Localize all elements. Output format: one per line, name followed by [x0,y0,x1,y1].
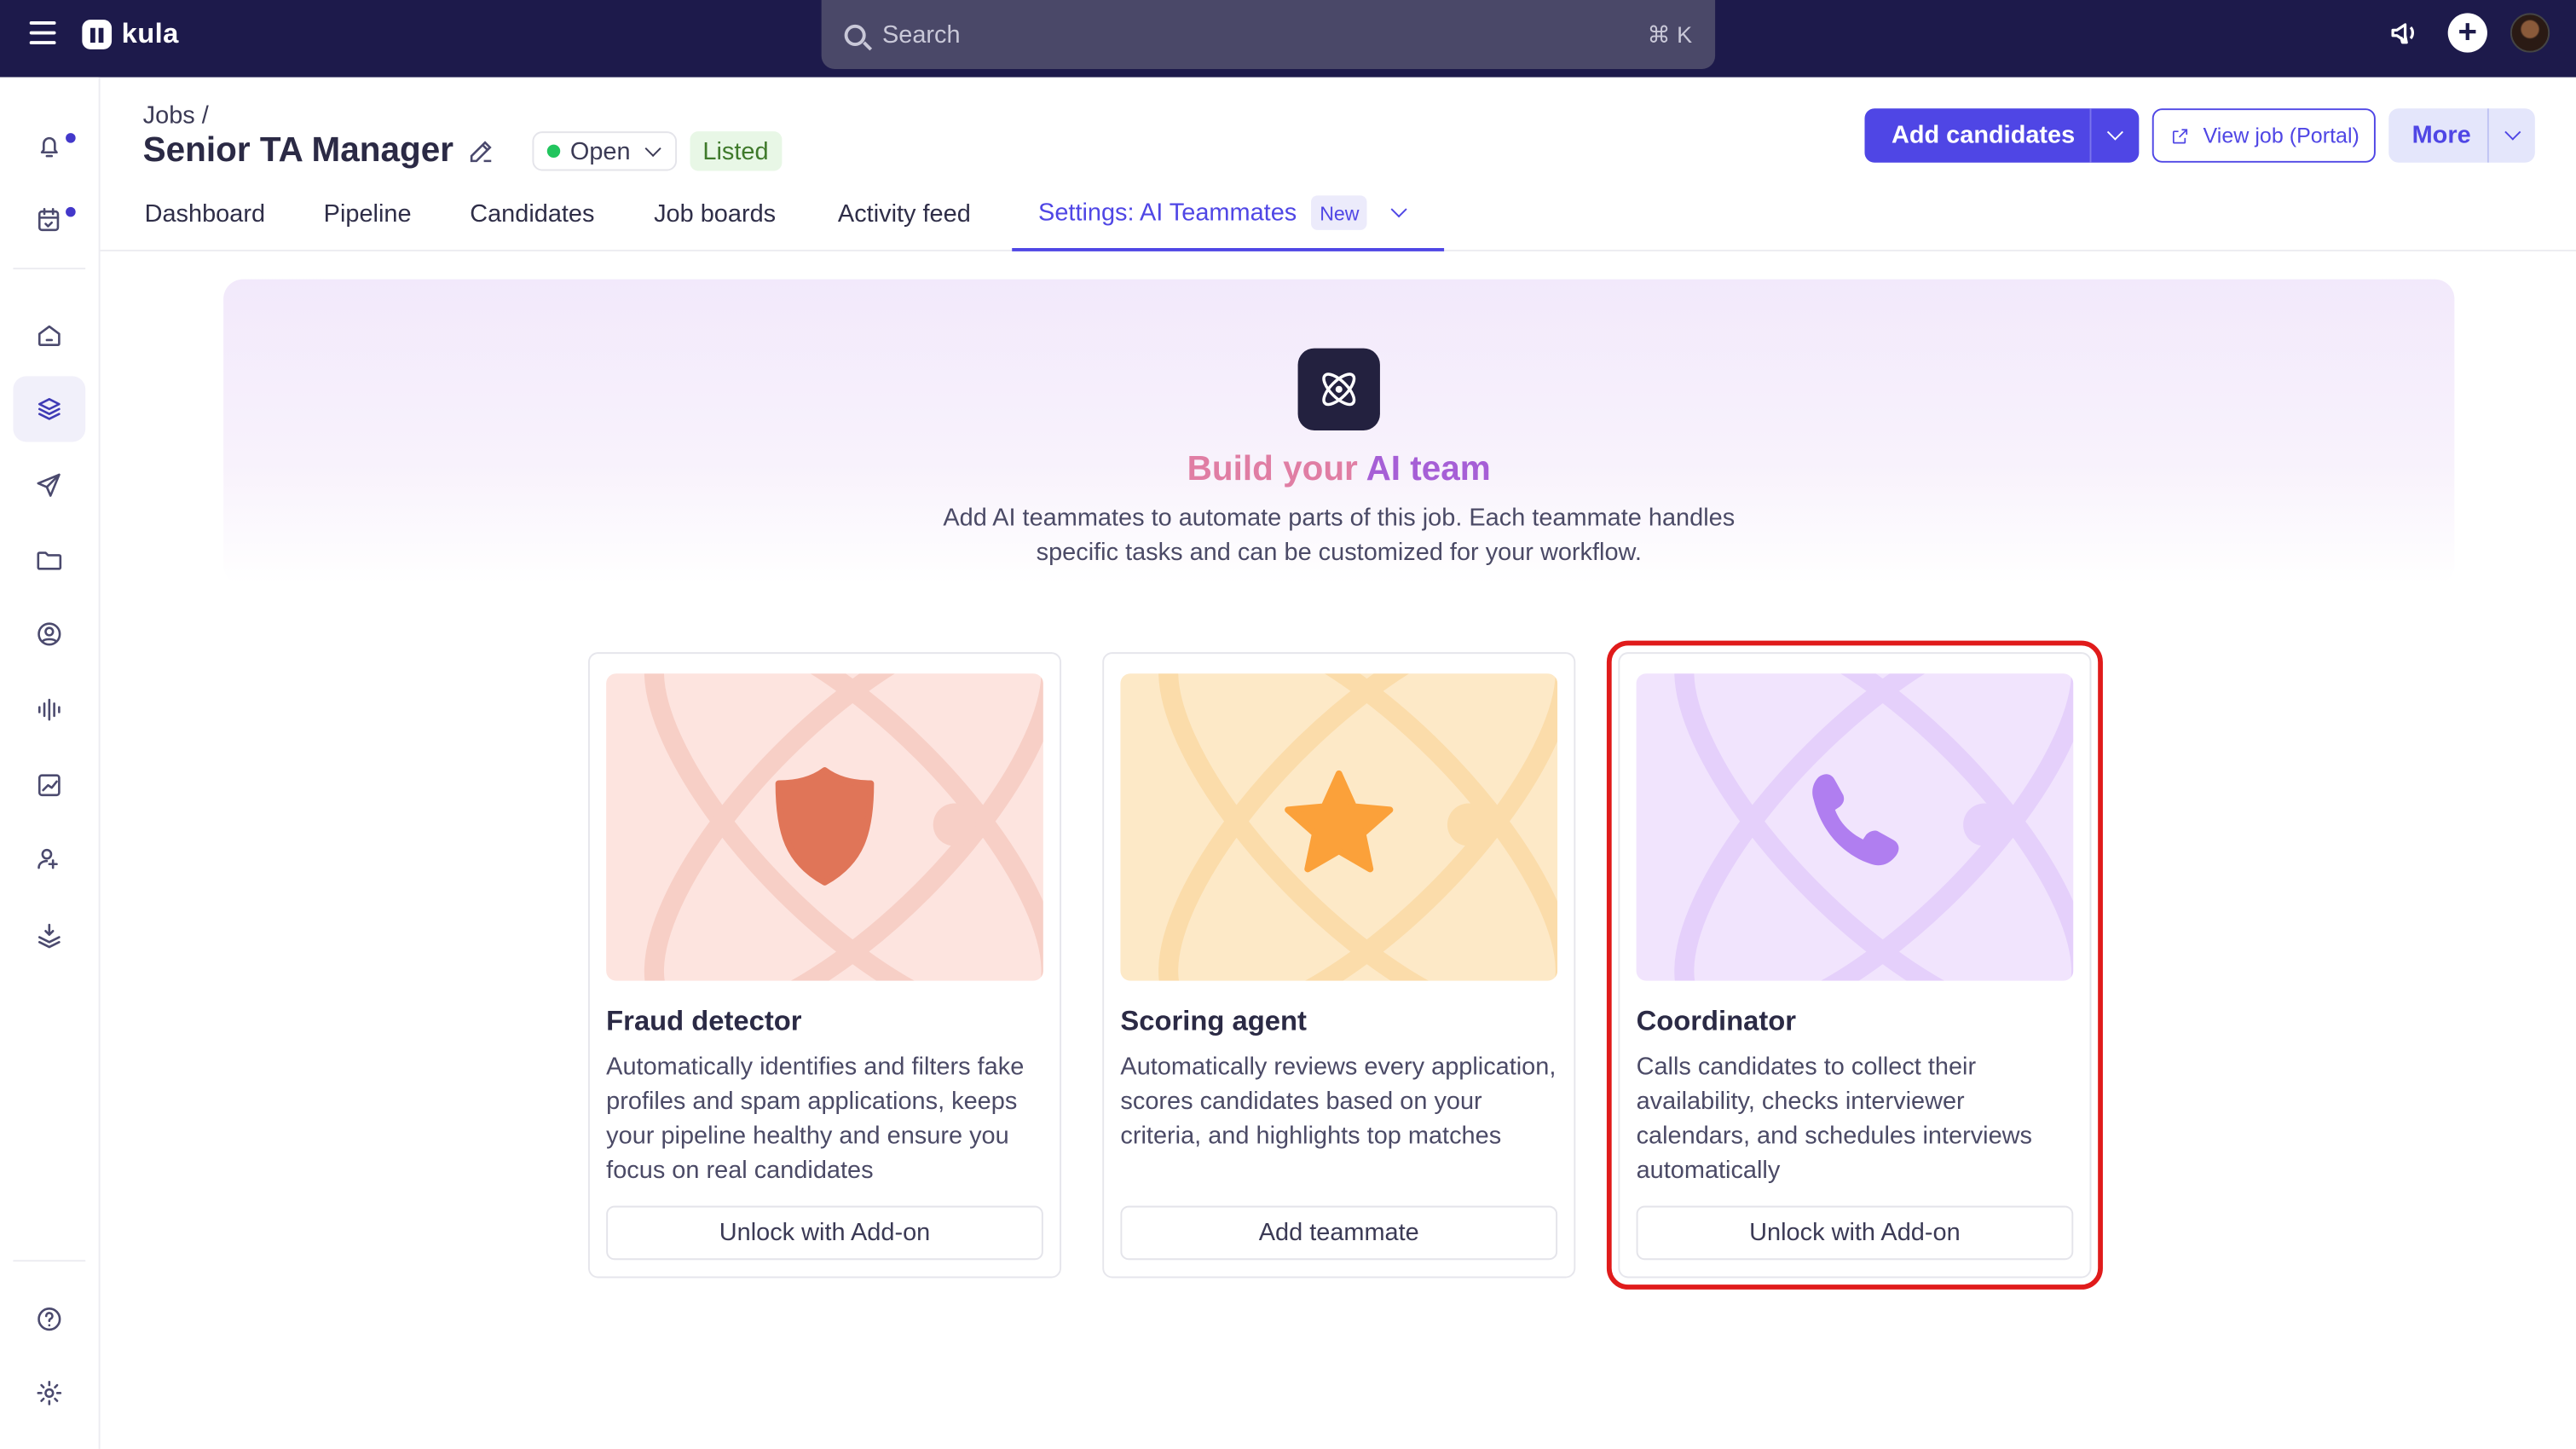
more-dropdown[interactable] [2486,108,2535,163]
job-tabs: Dashboard Pipeline Candidates Job boards… [100,177,2576,251]
settings-icon[interactable] [13,1360,85,1426]
jobs-icon[interactable] [13,376,86,442]
job-status-dropdown[interactable]: Open [532,131,677,171]
create-new-icon[interactable]: + [2447,13,2487,53]
menu-icon[interactable] [29,21,56,45]
listed-badge: Listed [689,131,782,171]
tab-dashboard[interactable]: Dashboard [145,177,265,251]
search-input[interactable] [881,20,1648,49]
left-navigation [0,77,101,1449]
view-job-label: View job (Portal) [2203,123,2359,148]
external-link-icon [2170,125,2190,145]
chevron-down-icon [644,139,661,156]
tab-settings-label: Settings: AI Teammates [1038,199,1297,227]
shield-icon [775,767,875,886]
unlock-addon-button[interactable]: Unlock with Add-on [606,1205,1043,1261]
add-candidates-button[interactable]: Add candidates [1865,108,2089,163]
tab-pipeline[interactable]: Pipeline [324,177,412,251]
unlock-addon-button[interactable]: Unlock with Add-on [1636,1205,2074,1261]
phone-icon [1812,774,1899,866]
card-illustration [1636,673,2074,981]
notifications-icon[interactable] [13,113,85,179]
tab-candidates[interactable]: Candidates [470,177,594,251]
status-dot [546,144,561,159]
add-candidates-split-button: Add candidates [1865,108,2140,163]
edit-pencil-icon[interactable] [466,136,496,166]
add-candidates-dropdown[interactable] [2089,108,2140,163]
star-icon [1285,770,1394,873]
atom-icon [1297,348,1380,430]
announcements-icon[interactable] [2385,13,2424,52]
calendar-icon[interactable] [13,188,85,253]
calendar-dot [66,206,76,217]
view-job-portal-button[interactable]: View job (Portal) [2151,108,2377,163]
home-icon[interactable] [13,303,85,368]
breadcrumb[interactable]: Jobs / [143,101,209,130]
hero-title-part2: AI team [1366,450,1491,488]
hero-title: Build your AI team [223,450,2454,489]
tab-settings-ai-teammates[interactable]: Settings: AI Teammates New [1012,177,1445,251]
analytics-icon[interactable] [13,753,85,818]
chevron-down-icon [2106,124,2123,141]
chevron-down-icon[interactable] [1391,201,1408,218]
audio-wave-icon[interactable] [13,677,85,742]
notification-dot [66,133,76,143]
kula-logo-icon [82,20,113,49]
card-illustration [606,673,1043,981]
user-circle-icon[interactable] [13,601,85,667]
global-search[interactable]: ⌘ K [821,0,1716,69]
card-title: Fraud detector [606,1005,802,1037]
chevron-down-icon [2504,124,2521,141]
teammate-card-coordinator: Coordinator Calls candidates to collect … [1606,640,2103,1290]
app-logo[interactable]: kula [82,18,178,51]
page-title: Senior TA Manager [142,131,453,170]
help-icon[interactable] [13,1286,85,1352]
card-description: Calls candidates to collect their availa… [1636,1053,2033,1185]
import-icon[interactable] [13,902,85,967]
tab-activity-feed[interactable]: Activity feed [838,177,971,251]
job-status-label: Open [569,136,631,165]
more-split-button: More [2388,108,2535,163]
folder-icon[interactable] [13,528,85,593]
tab-job-boards[interactable]: Job boards [654,177,776,251]
more-button[interactable]: More [2389,108,2487,163]
search-icon [844,23,866,46]
new-badge: New [1311,195,1368,230]
user-avatar[interactable] [2510,13,2550,53]
card-title: Coordinator [1636,1005,1797,1037]
add-teammate-button[interactable]: Add teammate [1120,1205,1558,1261]
ai-team-hero: Build your AI team Add AI teammates to a… [223,279,2455,586]
card-title: Scoring agent [1120,1005,1307,1037]
top-bar: kula ⌘ K + [0,0,2576,78]
app-name: kula [121,18,179,49]
hero-description: Add AI teammates to automate parts of th… [943,504,1736,567]
teammate-card-fraud-detector: Fraud detector Automatically identifies … [587,652,1062,1279]
send-icon[interactable] [13,452,85,517]
team-icon[interactable] [13,826,85,892]
hero-title-part1: Build your [1187,450,1358,488]
search-shortcut: ⌘ K [1647,20,1693,47]
card-description: Automatically identifies and filters fak… [606,1053,1025,1185]
card-illustration [1120,673,1558,981]
card-description: Automatically reviews every application,… [1120,1053,1557,1151]
teammate-card-scoring-agent: Scoring agent Automatically reviews ever… [1102,652,1576,1279]
